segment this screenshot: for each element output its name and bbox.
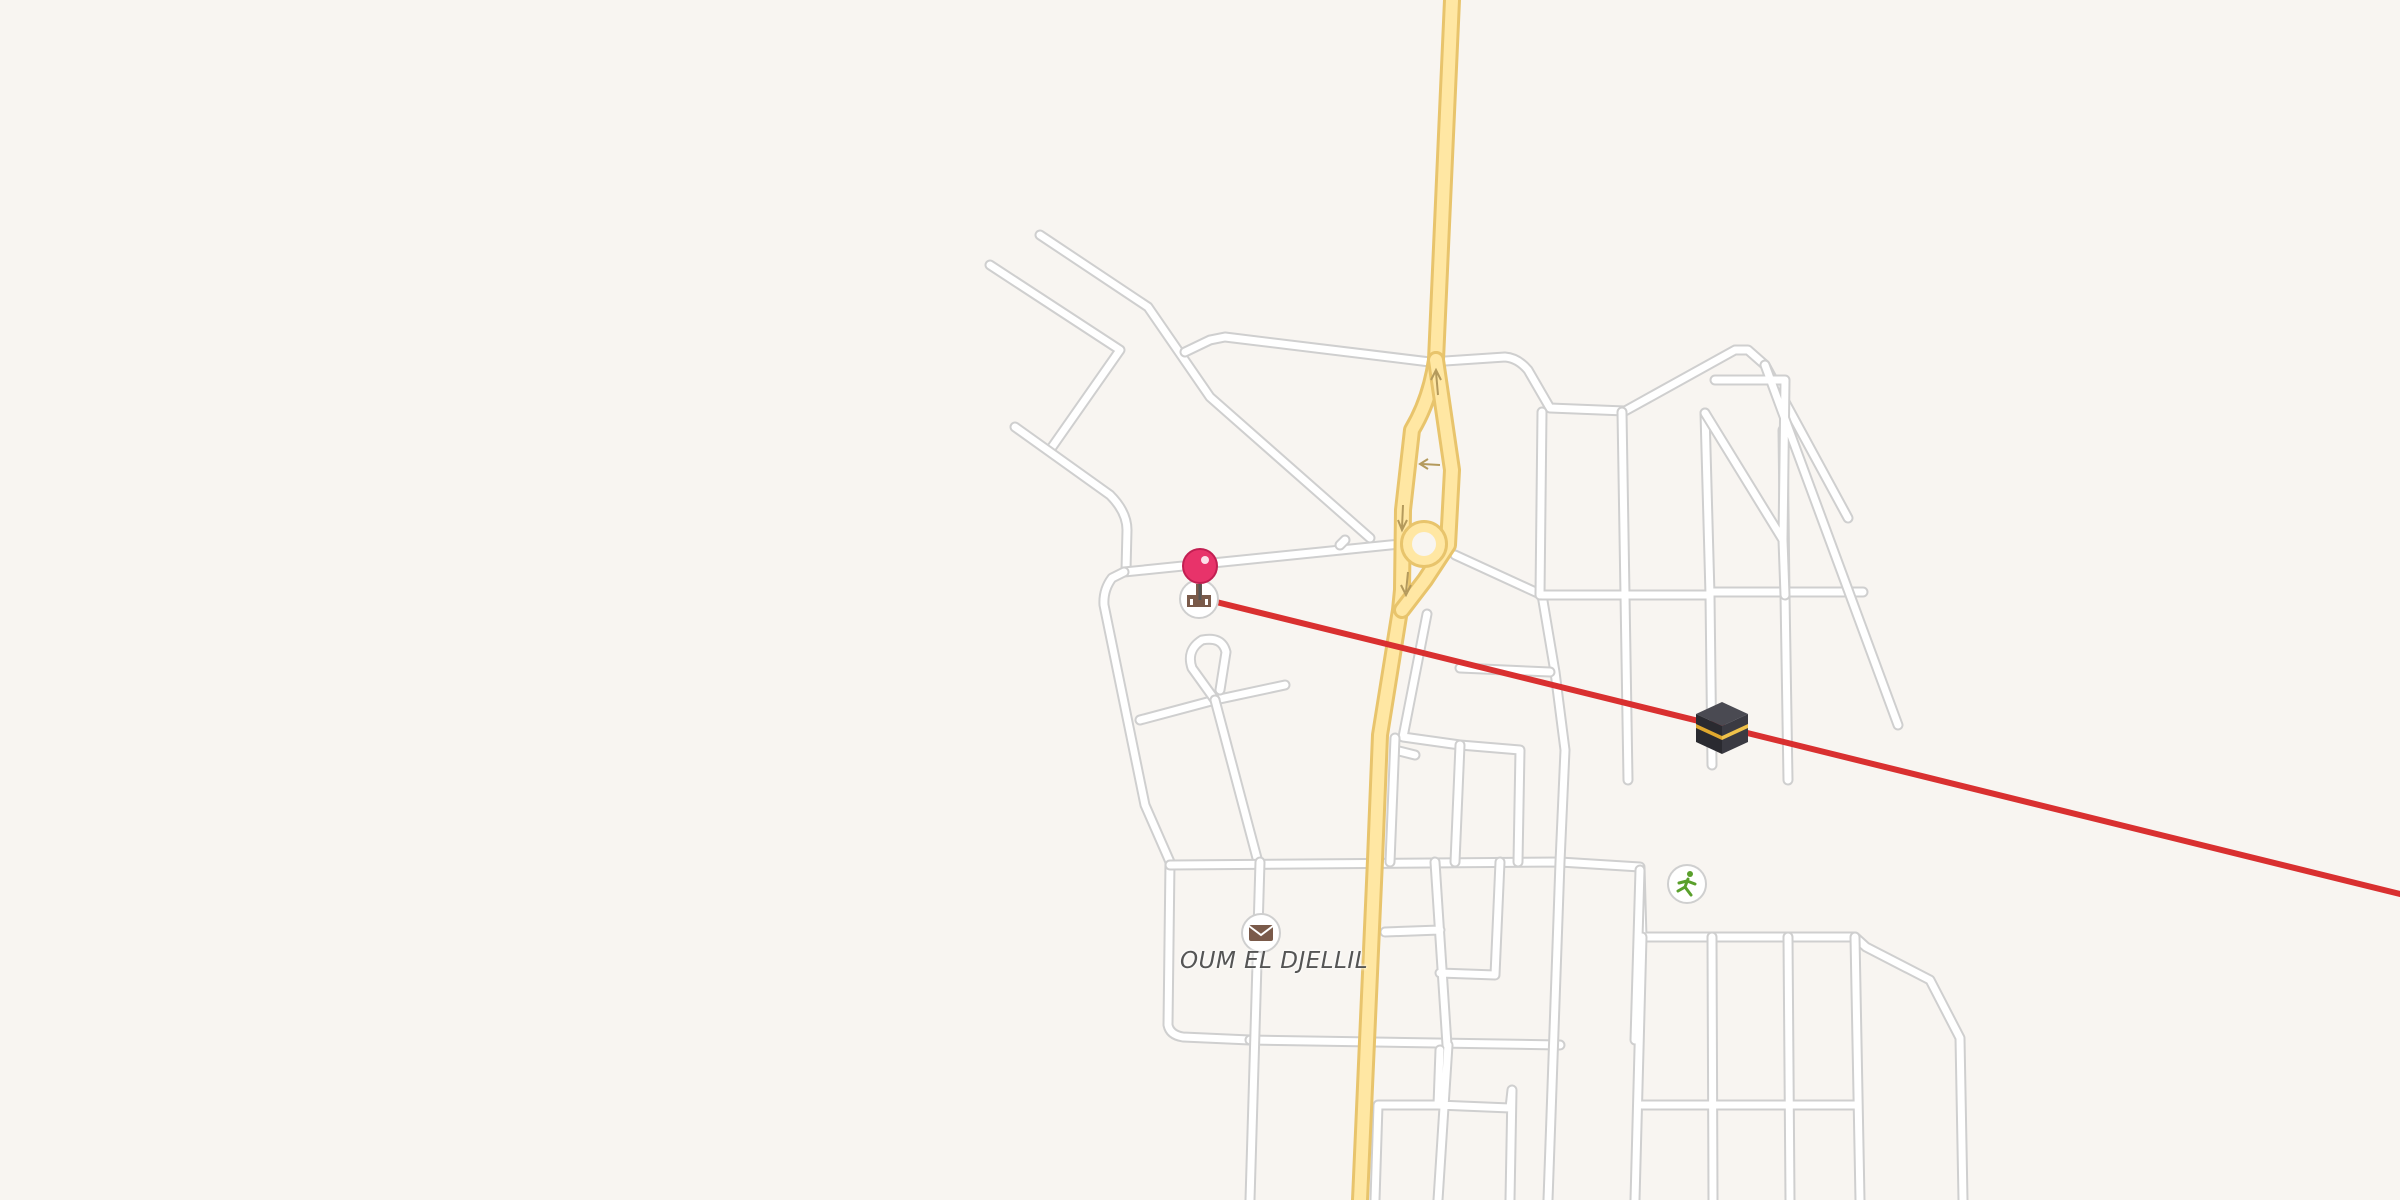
kaaba-marker[interactable] — [1696, 702, 1748, 754]
pin-icon — [1182, 548, 1218, 584]
sports-poi[interactable] — [1667, 864, 1707, 904]
main-highway — [1351, 0, 1461, 1200]
kaaba-icon — [1696, 702, 1748, 754]
post-office-poi[interactable] — [1241, 913, 1281, 953]
envelope-icon — [1248, 925, 1274, 941]
place-label: OUM EL DJELLIL — [1180, 948, 1369, 974]
minor-roads — [984, 229, 1969, 1200]
map-canvas[interactable] — [0, 0, 2400, 1200]
